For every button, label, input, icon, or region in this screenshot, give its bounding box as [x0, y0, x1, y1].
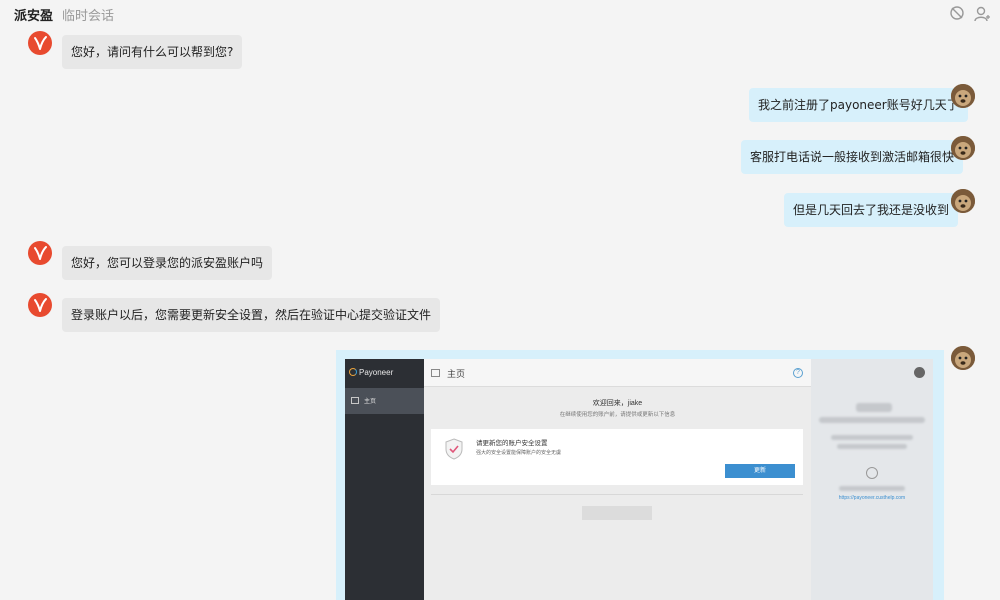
screenshot-nav-home: 主页: [345, 388, 424, 414]
blurred-button: [582, 506, 652, 520]
screenshot-profile-panel: https://payoneer.custhelp.com: [811, 359, 933, 600]
message-bubble[interactable]: 您好，请问有什么可以帮到您?: [62, 35, 243, 69]
screenshot-divider: [431, 494, 803, 495]
message-bubble[interactable]: 您好，您可以登录您的派安盈账户吗: [62, 246, 273, 280]
security-card-title: 请更新您的账户安全设置: [476, 440, 548, 447]
screenshot-welcome: 欢迎回来，jiake: [592, 400, 643, 407]
blurred-last-login: [831, 435, 913, 440]
profile-icon: [914, 367, 925, 378]
message-bubble[interactable]: 我之前注册了payoneer账号好几天了: [749, 88, 968, 122]
chat-type-label: 临时会话: [62, 9, 115, 24]
message-bubble[interactable]: 客服打电话说一般接收到激活邮箱很快: [741, 140, 964, 174]
user-avatar[interactable]: [951, 84, 975, 108]
screenshot-sidebar: Payoneer 主页: [345, 359, 424, 600]
blurred-name: [856, 403, 892, 412]
shield-check-icon: [445, 438, 463, 460]
home-icon: [351, 397, 359, 404]
screenshot-page-title: 主页: [447, 369, 466, 379]
security-card: 请更新您的账户安全设置 强大的安全设置能保障账户的安全无虞 更新: [431, 429, 803, 485]
user-avatar[interactable]: [951, 346, 975, 370]
security-card-desc: 强大的安全设置能保障账户的安全无虞: [476, 450, 562, 456]
blurred-help-text: [839, 486, 905, 491]
chat-header: 派安盈 临时会话: [0, 0, 1000, 28]
screenshot-main: 主页 ? 欢迎回来，jiake 在继续使用您的账户前，请提供或更新以下信息 请更…: [424, 359, 811, 600]
payoneer-screenshot-image[interactable]: Payoneer 主页 主页 ? 欢迎回来，jiake 在继续使用您的账户前，请…: [345, 359, 933, 600]
user-avatar[interactable]: [951, 136, 975, 160]
agent-avatar[interactable]: [28, 241, 52, 265]
no-notification-icon[interactable]: [949, 5, 967, 23]
blurred-email: [819, 417, 925, 423]
payoneer-logo: Payoneer: [349, 368, 393, 377]
agent-avatar[interactable]: [28, 293, 52, 317]
screenshot-nav-label: 主页: [364, 399, 377, 405]
message-bubble[interactable]: 登录账户以后，您需要更新安全设置，然后在验证中心提交验证文件: [62, 298, 441, 332]
update-button: 更新: [725, 464, 795, 478]
agent-avatar[interactable]: [28, 31, 52, 55]
blurred-login-time: [837, 444, 907, 449]
profile-help-link: https://payoneer.custhelp.com: [838, 495, 906, 501]
chat-title: 派安盈: [14, 9, 54, 24]
help-icon: ?: [793, 368, 803, 378]
screenshot-welcome-sub: 在继续使用您的账户前，请提供或更新以下信息: [559, 412, 676, 418]
page-icon: [431, 369, 440, 377]
globe-icon: [866, 467, 878, 479]
add-user-icon[interactable]: [973, 5, 991, 23]
message-bubble[interactable]: 但是几天回去了我还是没收到: [784, 193, 959, 227]
user-avatar[interactable]: [951, 189, 975, 213]
screenshot-main-header: 主页 ?: [424, 359, 811, 387]
